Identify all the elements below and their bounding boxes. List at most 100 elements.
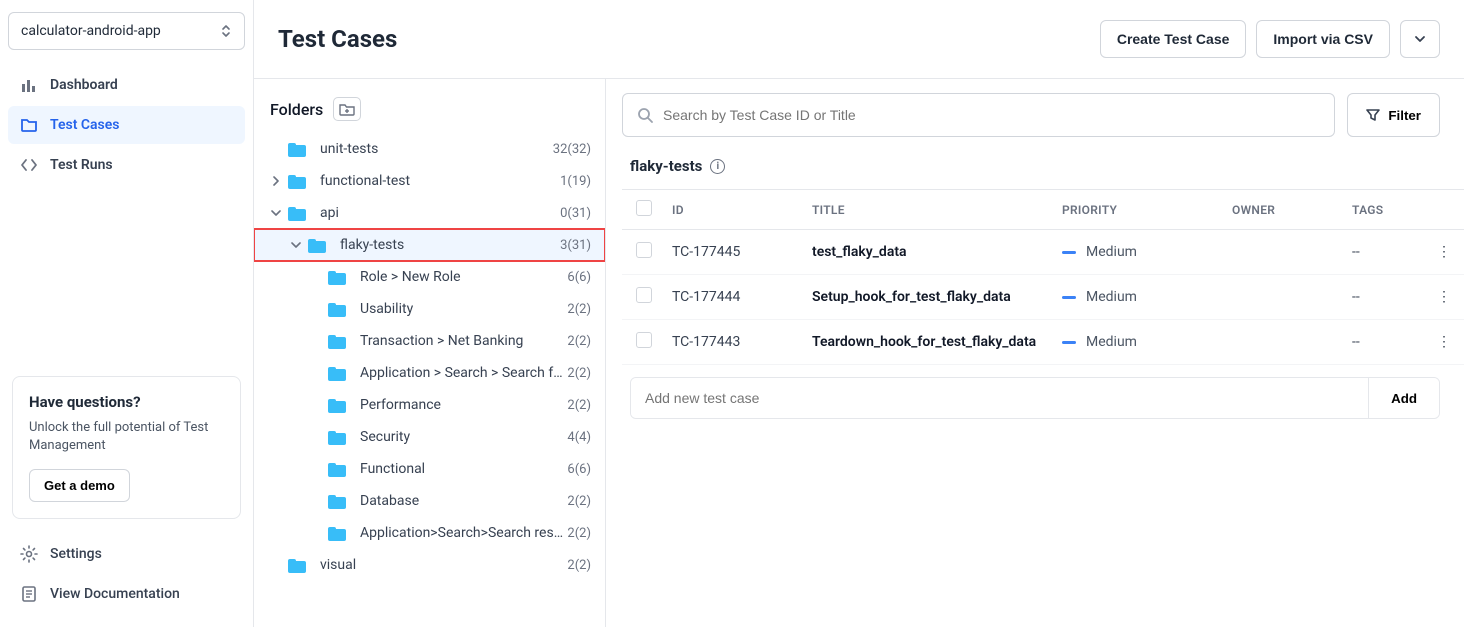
- folder-row[interactable]: Database 2(2): [254, 485, 605, 517]
- table-row[interactable]: TC-177445test_flaky_dataMedium--⋮: [622, 230, 1464, 275]
- folder-count: 6(6): [567, 270, 591, 285]
- chevron-updown-icon: [220, 23, 232, 39]
- table-row[interactable]: TC-177443Teardown_hook_for_test_flaky_da…: [622, 320, 1464, 365]
- folder-row[interactable]: unit-tests32(32): [254, 133, 605, 165]
- folder-name: Functional: [360, 461, 563, 477]
- folder-name: Application>Search>Search results: [360, 525, 563, 541]
- cell-tags: --: [1344, 230, 1424, 275]
- row-actions-button[interactable]: ⋮: [1424, 320, 1464, 365]
- folder-row[interactable]: Security4(4): [254, 421, 605, 453]
- document-icon: [20, 585, 38, 603]
- priority-indicator-icon: [1062, 251, 1076, 254]
- folder-name: api: [320, 205, 556, 221]
- row-checkbox[interactable]: [636, 242, 652, 258]
- cell-title: Setup_hook_for_test_flaky_data: [804, 275, 1054, 320]
- create-test-case-button[interactable]: Create Test Case: [1100, 20, 1247, 58]
- folder-row[interactable]: Usability2(2): [254, 293, 605, 325]
- chevron-down-icon: [1413, 32, 1427, 46]
- folder-icon: [20, 116, 38, 134]
- folder-row[interactable]: visual2(2): [254, 549, 605, 581]
- folder-row[interactable]: Performance2(2): [254, 389, 605, 421]
- cell-id: TC-177444: [664, 275, 804, 320]
- cell-owner: [1224, 320, 1344, 365]
- folder-icon: [328, 333, 348, 349]
- nav-test-runs[interactable]: Test Runs: [8, 146, 245, 184]
- folder-icon: [328, 525, 348, 541]
- gear-icon: [20, 545, 38, 563]
- folder-count: 6(6): [567, 462, 591, 477]
- more-actions-button[interactable]: [1400, 20, 1440, 58]
- folder-name: Transaction > Net Banking: [360, 333, 563, 349]
- folder-count: 2(2): [567, 494, 591, 509]
- chevron-down-icon[interactable]: [268, 208, 284, 218]
- add-test-case-button[interactable]: Add: [1368, 378, 1439, 418]
- col-title: TITLE: [804, 190, 1054, 230]
- folder-count: 2(2): [567, 366, 591, 381]
- folder-count: 2(2): [567, 302, 591, 317]
- header: Test Cases Create Test Case Import via C…: [254, 0, 1464, 79]
- search-box[interactable]: [622, 93, 1335, 137]
- folder-name: flaky-tests: [340, 237, 556, 253]
- add-test-case-input[interactable]: [631, 378, 1368, 418]
- folder-row[interactable]: flaky-tests3(31): [254, 229, 605, 261]
- folder-icon: [328, 493, 348, 509]
- search-input[interactable]: [663, 107, 1320, 123]
- folder-row[interactable]: Role > New Role 6(6): [254, 261, 605, 293]
- table-row[interactable]: TC-177444Setup_hook_for_test_flaky_dataM…: [622, 275, 1464, 320]
- cell-owner: [1224, 275, 1344, 320]
- nav-dashboard[interactable]: Dashboard: [8, 66, 245, 104]
- folder-row[interactable]: Transaction > Net Banking 2(2): [254, 325, 605, 357]
- cell-id: TC-177443: [664, 320, 804, 365]
- folder-icon: [288, 557, 308, 573]
- nav-docs[interactable]: View Documentation: [8, 575, 245, 613]
- add-test-case-row: Add: [630, 377, 1440, 419]
- folder-row[interactable]: Functional 6(6): [254, 453, 605, 485]
- folder-name: Application > Search > Search func…: [360, 365, 563, 381]
- select-all-checkbox[interactable]: [636, 200, 652, 216]
- chevron-down-icon[interactable]: [288, 240, 304, 250]
- folder-name: functional-test: [320, 173, 556, 189]
- folder-row[interactable]: Application>Search>Search results 2(2): [254, 517, 605, 549]
- cell-priority: Medium: [1062, 334, 1216, 350]
- main: Test Cases Create Test Case Import via C…: [254, 0, 1464, 627]
- folder-count: 2(2): [567, 526, 591, 541]
- sidebar: calculator-android-app Dashboard Test Ca…: [0, 0, 254, 627]
- info-icon[interactable]: i: [710, 159, 725, 174]
- priority-indicator-icon: [1062, 296, 1076, 299]
- folder-icon: [328, 301, 348, 317]
- folder-icon: [328, 365, 348, 381]
- project-selector[interactable]: calculator-android-app: [8, 12, 245, 50]
- cell-title: Teardown_hook_for_test_flaky_data: [804, 320, 1054, 365]
- folders-label: Folders: [270, 100, 323, 119]
- row-checkbox[interactable]: [636, 332, 652, 348]
- folder-name: Database: [360, 493, 563, 509]
- nav-settings-label: Settings: [50, 546, 102, 562]
- folder-name: Security: [360, 429, 563, 445]
- folder-row[interactable]: api0(31): [254, 197, 605, 229]
- import-csv-button[interactable]: Import via CSV: [1256, 20, 1390, 58]
- test-case-table: ID TITLE PRIORITY OWNER TAGS TC-177445te…: [622, 189, 1464, 365]
- cell-title: test_flaky_data: [804, 230, 1054, 275]
- cell-owner: [1224, 230, 1344, 275]
- folder-row[interactable]: Application > Search > Search func… 2(2): [254, 357, 605, 389]
- folder-icon: [288, 205, 308, 221]
- row-actions-button[interactable]: ⋮: [1424, 230, 1464, 275]
- row-actions-button[interactable]: ⋮: [1424, 275, 1464, 320]
- folder-list: unit-tests32(32) functional-test 1(19) api0…: [254, 133, 605, 627]
- folder-row[interactable]: functional-test 1(19): [254, 165, 605, 197]
- nav-settings[interactable]: Settings: [8, 535, 245, 573]
- folder-count: 2(2): [567, 334, 591, 349]
- row-checkbox[interactable]: [636, 287, 652, 303]
- folder-name: Performance: [360, 397, 563, 413]
- section-title: flaky-tests: [630, 157, 702, 175]
- add-folder-button[interactable]: [333, 97, 361, 121]
- nav-test-cases[interactable]: Test Cases: [8, 106, 245, 144]
- priority-indicator-icon: [1062, 341, 1076, 344]
- folder-name: Role > New Role: [360, 269, 563, 285]
- col-priority: PRIORITY: [1054, 190, 1224, 230]
- nav-docs-label: View Documentation: [50, 586, 180, 602]
- demo-cta-button[interactable]: Get a demo: [29, 469, 130, 502]
- filter-button[interactable]: Filter: [1347, 93, 1440, 137]
- folder-count: 1(19): [560, 174, 591, 189]
- chevron-right-icon[interactable]: [268, 176, 284, 186]
